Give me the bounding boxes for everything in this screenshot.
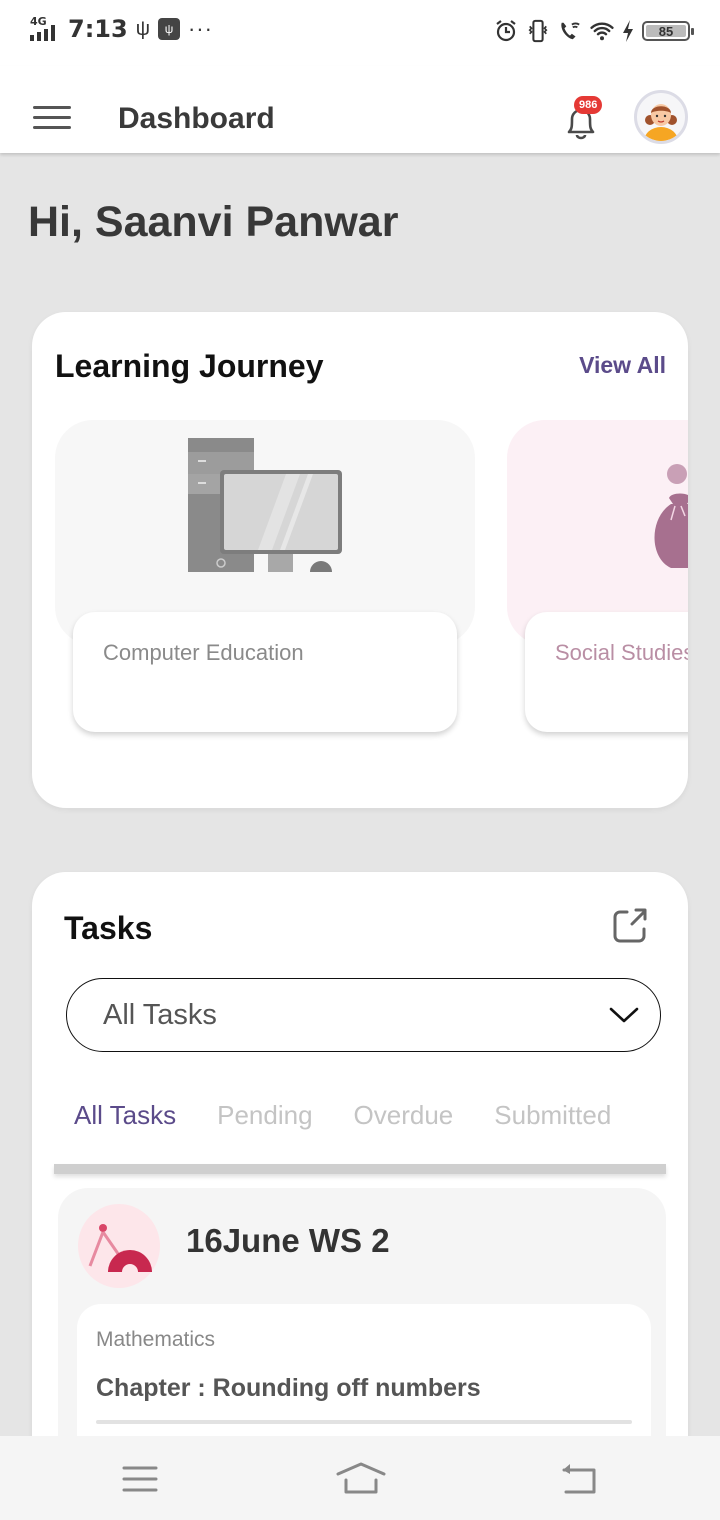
task-tabs: All Tasks Pending Overdue Submitted (74, 1100, 611, 1131)
charging-icon (622, 18, 634, 44)
battery-level: 85 (646, 24, 686, 39)
view-all-link[interactable]: View All (579, 352, 666, 379)
task-subject-avatar (78, 1204, 160, 1288)
geometry-tools-icon (88, 1224, 152, 1272)
home-button[interactable] (336, 1462, 386, 1496)
menu-lines-icon (122, 1466, 158, 1492)
tab-pending[interactable]: Pending (217, 1100, 312, 1131)
more-dots-icon: ··· (187, 16, 213, 41)
home-icon (336, 1462, 386, 1494)
page-title: Dashboard (118, 102, 275, 135)
task-subject: Mathematics (96, 1328, 216, 1351)
recent-apps-button[interactable] (122, 1462, 162, 1496)
vibrate-icon (526, 18, 550, 44)
wifi-calling-icon (558, 18, 582, 44)
course-label-box: Computer Education (73, 612, 457, 732)
tasks-card: Tasks All Tasks All Tasks Pending Overdu… (32, 872, 688, 1492)
tasks-title: Tasks (64, 910, 153, 946)
signal-icon: 4G (30, 14, 60, 44)
menu-button[interactable] (33, 106, 71, 132)
usb-icon: ψ (135, 17, 150, 40)
notification-badge: 986 (574, 96, 603, 114)
greeting-text: Hi, Saanvi Panwar (28, 198, 399, 246)
back-button[interactable] (560, 1462, 600, 1496)
task-filter-dropdown[interactable]: All Tasks (66, 978, 661, 1052)
computer-icon (188, 438, 342, 572)
course-card-social-studies[interactable]: Social Studies (507, 420, 688, 732)
battery-icon: 85 (642, 21, 694, 41)
wifi-icon (590, 18, 614, 44)
course-label: Social Studies (555, 640, 688, 665)
back-icon (562, 1464, 596, 1494)
task-filter-value: All Tasks (103, 999, 217, 1031)
tab-submitted[interactable]: Submitted (494, 1100, 611, 1131)
profile-avatar[interactable] (634, 90, 688, 144)
money-bag-icon (654, 464, 688, 568)
task-chapter: Chapter : Rounding off numbers (96, 1374, 481, 1402)
external-link-icon (613, 908, 647, 943)
tabs-divider (54, 1164, 666, 1174)
system-nav-bar (0, 1436, 720, 1520)
course-label: Computer Education (103, 640, 304, 665)
course-card-computer-education[interactable]: Computer Education (55, 420, 475, 732)
alarm-icon (494, 18, 518, 44)
task-name: 16June WS 2 (186, 1222, 390, 1259)
open-tasks-button[interactable] (610, 906, 650, 946)
status-bar: 4G 7:13 ψ ψ ··· 85 (0, 0, 720, 66)
tab-all-tasks[interactable]: All Tasks (74, 1100, 176, 1131)
usb-settings-icon: ψ (157, 18, 180, 40)
course-label-box: Social Studies (525, 612, 688, 732)
learning-journey-card: Learning Journey View All Computer Educa… (32, 312, 688, 808)
task-divider (96, 1420, 632, 1424)
network-type: 4G (30, 15, 47, 28)
tab-overdue[interactable]: Overdue (354, 1100, 454, 1131)
status-time: 7:13 (68, 15, 128, 43)
chevron-down-icon (609, 1007, 639, 1023)
learning-journey-title: Learning Journey (55, 348, 324, 384)
app-bar: Dashboard 986 (0, 66, 720, 153)
girl-avatar-icon (644, 104, 678, 141)
